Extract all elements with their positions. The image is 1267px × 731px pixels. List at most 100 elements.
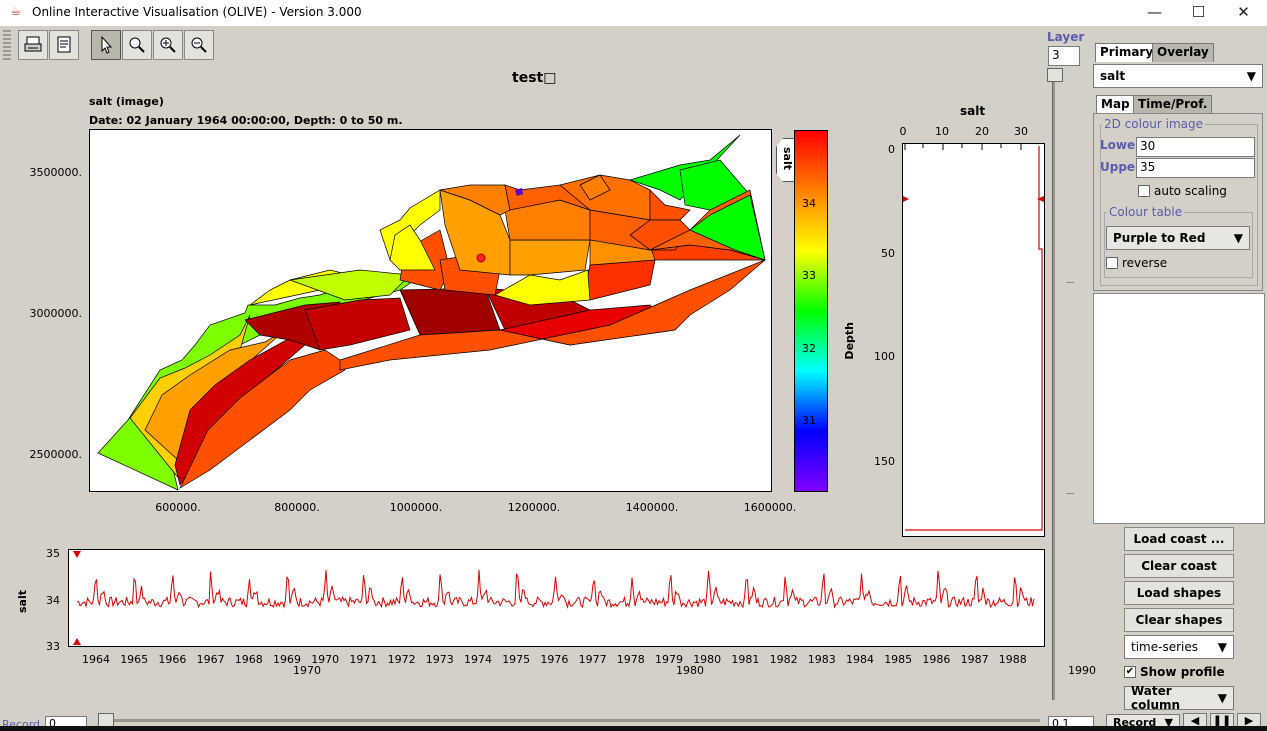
minimize-button[interactable]: — [1132,0,1177,26]
year-tick-label: 1981 [731,653,760,666]
map-y-tick: 3000000. [29,307,83,320]
decade-label: 1970 [293,664,321,677]
year-tick-label: 1971 [349,653,378,666]
timeseries-year-axis: 1964 1965 1966 1967 1968 1969 1970 1971 1972 1973… [0,653,1050,667]
auto-scaling-label: auto scaling [1154,184,1227,198]
year-tick-label: 1966 [158,653,187,666]
variable-select[interactable]: salt ▼ [1093,64,1263,88]
timeseries-curve [73,551,1035,645]
tab-overlay[interactable]: Overlay [1152,43,1214,62]
zoom-out-button[interactable] [184,30,214,60]
colour-table-select[interactable]: Purple to Red ▼ [1106,226,1250,250]
reverse-checkbox[interactable] [1106,257,1118,269]
zoom-out-icon [191,37,207,53]
profile-x-tick: 10 [935,125,949,138]
decade-label: 1980 [676,664,704,677]
print-icon [24,36,42,52]
layer-slider-thumb[interactable] [1047,68,1063,82]
pointer-tool-button[interactable] [91,30,121,60]
year-tick-label: 1977 [578,653,607,666]
colorbar-tick: 32 [802,342,816,355]
year-tick-label: 1975 [502,653,531,666]
timeseries-plot-area[interactable] [68,549,1045,647]
zoom-in-button[interactable] [153,30,183,60]
map-plot-area[interactable] [89,129,772,492]
colour-image-group-title: 2D colour image [1102,117,1206,131]
lower-input[interactable]: 30 [1136,137,1255,157]
tab-time-prof[interactable]: Time/Prof. [1133,95,1213,114]
year-tick-label: 1988 [998,653,1027,666]
variable-line: salt (image) [89,95,164,108]
window-title: Online Interactive Visualisation (OLIVE)… [32,5,362,19]
auto-scaling-checkbox[interactable] [1138,185,1150,197]
year-tick-label: 1976 [540,653,569,666]
map-x-tick: 600000. [155,501,201,514]
year-tick-label: 1965 [120,653,149,666]
print-button[interactable] [18,30,48,60]
year-tick-label: 1984 [846,653,874,666]
date-line: Date: 02 January 1964 00:00:00, Depth: 0… [89,114,403,127]
map-x-tick: 800000. [274,501,320,514]
profile-curve [903,144,1044,531]
record-slider-track[interactable] [100,719,1040,722]
load-coast-button[interactable]: Load coast ... [1124,527,1234,551]
page-setup-icon [57,36,71,53]
page-setup-button[interactable] [49,30,79,60]
profile-plot-area[interactable] [902,143,1045,537]
plot-type-select[interactable]: time-series ▼ [1124,635,1234,659]
plot-type-value: time-series [1131,640,1198,654]
year-tick-label: 1983 [807,653,836,666]
zoom-tool-button[interactable] [122,30,152,60]
profile-x-tick: 30 [1014,125,1028,138]
tab-map[interactable]: Map [1096,95,1135,114]
close-button[interactable]: ✕ [1221,0,1266,26]
colorbar-label: salt [781,147,794,170]
variable-select-value: salt [1100,69,1126,83]
year-tick-label: 1982 [769,653,798,666]
profile-mode-select[interactable]: Water column ▼ [1124,684,1234,712]
map-x-tick: 1200000. [507,501,561,514]
map-x-tick: 1400000. [625,501,679,514]
zoom-icon [129,37,145,53]
profile-y-tick: 150 [874,455,895,468]
year-tick-label: 1987 [960,653,989,666]
pointer-icon [101,35,113,54]
info-area [1093,293,1265,524]
toolbar-grip [3,30,11,60]
tab-primary[interactable]: Primary [1095,43,1159,62]
year-tick-label: 1967 [196,653,225,666]
layer-slider-track[interactable] [1052,75,1055,700]
selected-point-marker [476,253,486,263]
maximize-button[interactable]: ☐ [1176,0,1221,26]
colorbar-tick: 34 [802,197,816,210]
load-shapes-button[interactable]: Load shapes [1124,581,1234,605]
layer-input[interactable]: 3 [1048,46,1080,66]
profile-y-tick: 100 [874,350,895,363]
clear-coast-button[interactable]: Clear coast [1124,554,1234,578]
record-slider-thumb[interactable] [98,713,114,727]
profile-x-tick: 0 [899,125,907,138]
profile-y-tick: 50 [881,247,895,260]
colorbar-tick: 31 [802,414,816,427]
map-y-tick: 3500000. [29,166,83,179]
show-profile-checkbox[interactable]: ✔ [1124,666,1136,678]
profile-x-tick: 20 [975,125,989,138]
profile-mode-value: Water column [1131,684,1181,712]
colour-table-value: Purple to Red [1113,231,1206,245]
colorbar[interactable] [794,130,828,492]
year-tick-label: 1972 [387,653,416,666]
colorbar-tick: 33 [802,269,816,282]
clear-shapes-button[interactable]: Clear shapes [1124,608,1234,632]
chevron-down-icon: ▼ [1246,69,1256,83]
year-tick-label: 1974 [464,653,492,666]
year-tick-label: 1968 [234,653,263,666]
timeseries-y-tick: 33 [46,640,60,653]
year-tick-label: 1985 [884,653,913,666]
chevron-down-icon: ▼ [1217,691,1227,705]
map-x-tick: 1600000. [743,501,797,514]
colour-table-group-title: Colour table [1107,205,1185,219]
year-tick-label: 1964 [82,653,110,666]
layer-label: Layer [1047,30,1085,44]
upper-input[interactable]: 35 [1136,158,1255,178]
slider-tick [1066,493,1074,494]
